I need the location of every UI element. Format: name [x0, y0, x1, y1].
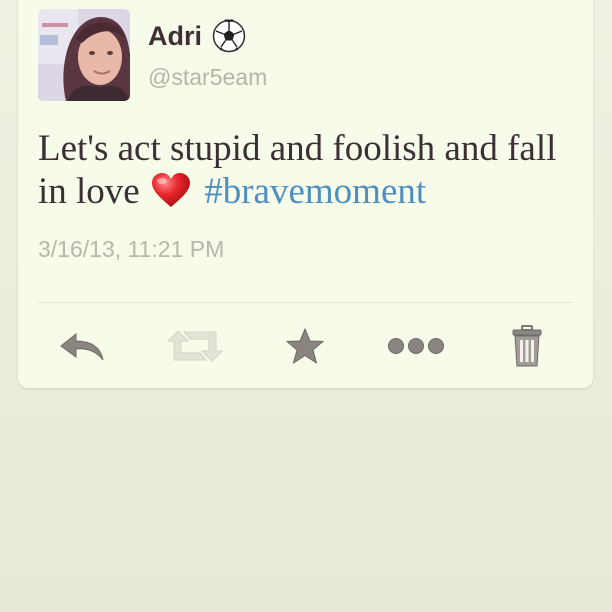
trash-can-icon [512, 325, 542, 367]
delete-button[interactable] [497, 322, 557, 370]
retweet-icon [166, 330, 224, 362]
divider [38, 302, 573, 303]
avatar[interactable] [38, 9, 130, 101]
author-handle[interactable]: @star5eam [148, 64, 267, 91]
reply-button[interactable] [52, 322, 112, 370]
soccer-ball-icon [212, 19, 246, 53]
more-dots-icon [388, 338, 444, 354]
tweet-text: Let's act stupid and foolish and fall in… [38, 127, 588, 213]
more-options-button[interactable] [386, 322, 446, 370]
favorite-button[interactable] [275, 322, 335, 370]
hashtag-link[interactable]: #bravemoment [204, 171, 426, 212]
reply-arrow-icon [60, 332, 104, 361]
star-icon [285, 327, 325, 365]
red-heart-icon [151, 173, 190, 207]
tweet-timestamp: 3/16/13, 11:21 PM [38, 236, 225, 262]
author-name[interactable]: Adri [148, 21, 202, 52]
timeline-background: Adri @star5eam Let's act stupid and fool… [0, 0, 612, 612]
retweet-button[interactable] [165, 322, 225, 370]
tweet-detail-card: Adri @star5eam Let's act stupid and fool… [18, 0, 593, 388]
author-row: Adri [148, 19, 246, 53]
